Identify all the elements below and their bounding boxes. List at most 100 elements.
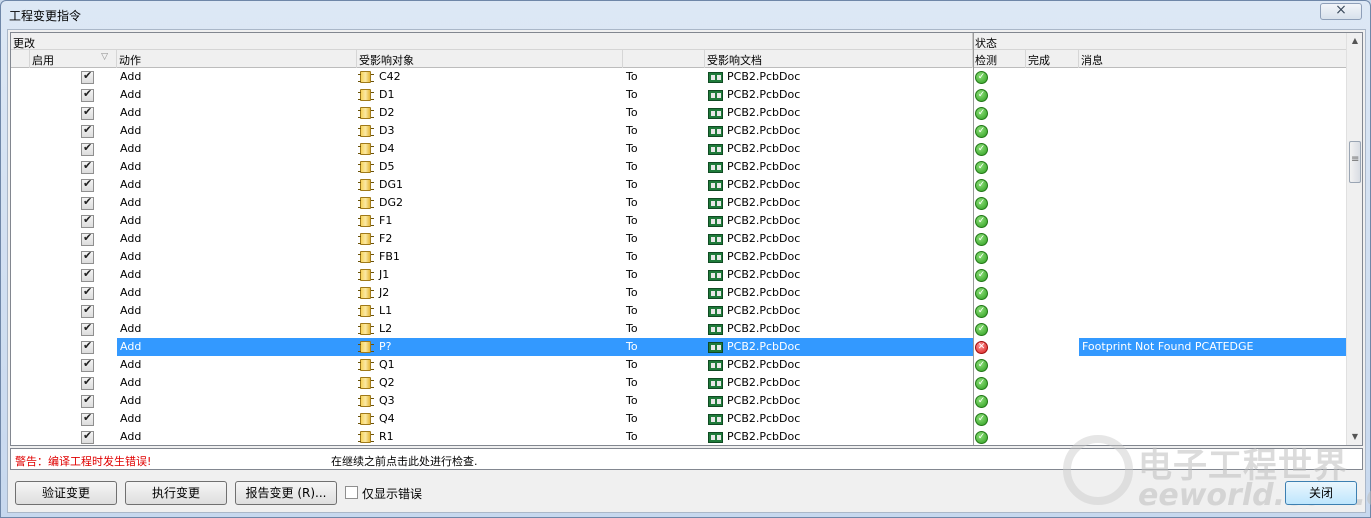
scroll-up-icon[interactable]: ▲ bbox=[1347, 33, 1362, 49]
enable-checkbox[interactable] bbox=[81, 249, 94, 264]
object-cell: J2 bbox=[379, 286, 390, 299]
document-cell: PCB2.PcbDoc bbox=[727, 106, 801, 119]
pcb-document-icon bbox=[708, 360, 723, 371]
table-row[interactable]: Add C42 To PCB2.PcbDoc ✓ bbox=[11, 68, 1347, 86]
table-row[interactable]: Add D5 To PCB2.PcbDoc ✓ bbox=[11, 158, 1347, 176]
enable-checkbox[interactable] bbox=[81, 195, 94, 210]
document-cell: PCB2.PcbDoc bbox=[727, 70, 801, 83]
table-row[interactable]: Add Q1 To PCB2.PcbDoc ✓ bbox=[11, 356, 1347, 374]
hint-text[interactable]: 在继续之前点击此处进行检查. bbox=[331, 453, 478, 469]
table-row[interactable]: Add L1 To PCB2.PcbDoc ✓ bbox=[11, 302, 1347, 320]
enable-checkbox[interactable] bbox=[81, 429, 94, 444]
scroll-thumb[interactable] bbox=[1349, 141, 1361, 183]
action-cell: Add bbox=[120, 322, 142, 335]
pcb-document-icon bbox=[708, 306, 723, 317]
table-row[interactable]: Add J1 To PCB2.PcbDoc ✓ bbox=[11, 266, 1347, 284]
table-row[interactable]: Add F2 To PCB2.PcbDoc ✓ bbox=[11, 230, 1347, 248]
watermark-logo-icon bbox=[1063, 435, 1133, 505]
table-row[interactable]: Add L2 To PCB2.PcbDoc ✓ bbox=[11, 320, 1347, 338]
header-affected-document[interactable]: 受影响文档 bbox=[705, 50, 973, 68]
only-errors-label[interactable]: 仅显示错误 bbox=[362, 485, 422, 502]
table-row[interactable]: Add Q3 To PCB2.PcbDoc ✓ bbox=[11, 392, 1347, 410]
action-cell: Add bbox=[120, 160, 142, 173]
check-ok-icon: ✓ bbox=[975, 107, 988, 120]
to-cell: To bbox=[626, 394, 638, 407]
enable-checkbox[interactable] bbox=[81, 141, 94, 156]
only-errors-checkbox[interactable] bbox=[345, 486, 358, 499]
table-row[interactable]: Add D3 To PCB2.PcbDoc ✓ bbox=[11, 122, 1347, 140]
document-cell: PCB2.PcbDoc bbox=[727, 178, 801, 191]
filter-icon[interactable]: ▽ bbox=[101, 52, 108, 62]
component-icon bbox=[358, 125, 373, 137]
table-row[interactable]: Add D2 To PCB2.PcbDoc ✓ bbox=[11, 104, 1347, 122]
enable-checkbox[interactable] bbox=[81, 87, 94, 102]
document-cell: PCB2.PcbDoc bbox=[727, 304, 801, 317]
enable-checkbox[interactable] bbox=[81, 411, 94, 426]
to-cell: To bbox=[626, 412, 638, 425]
header-enable[interactable]: 启用 ▽ bbox=[30, 50, 117, 68]
enable-checkbox[interactable] bbox=[81, 285, 94, 300]
table-row[interactable]: AddP?ToPCB2.PcbDoc✕ Footprint Not Found P… bbox=[11, 338, 1347, 356]
validate-changes-button[interactable]: 验证变更 bbox=[15, 481, 117, 505]
table-row[interactable]: Add DG1 To PCB2.PcbDoc ✓ bbox=[11, 176, 1347, 194]
header-enable-label: 启用 bbox=[32, 54, 54, 67]
header-done[interactable]: 完成 bbox=[1026, 50, 1079, 68]
to-cell: To bbox=[626, 214, 638, 227]
report-changes-button[interactable]: 报告变更 (R)... bbox=[235, 481, 337, 505]
enable-checkbox[interactable] bbox=[81, 105, 94, 120]
header-action[interactable]: 动作 bbox=[117, 50, 357, 68]
component-icon bbox=[358, 413, 373, 425]
window-close-button[interactable]: × bbox=[1320, 3, 1362, 20]
enable-checkbox[interactable] bbox=[81, 69, 94, 84]
table-row[interactable]: Add Q2 To PCB2.PcbDoc ✓ bbox=[11, 374, 1347, 392]
component-icon bbox=[358, 143, 373, 155]
to-cell: To bbox=[626, 70, 638, 83]
object-cell: D3 bbox=[379, 124, 395, 137]
header-to[interactable] bbox=[623, 50, 705, 68]
component-icon bbox=[358, 215, 373, 227]
execute-changes-button[interactable]: 执行变更 bbox=[125, 481, 227, 505]
table-row[interactable]: Add D1 To PCB2.PcbDoc ✓ bbox=[11, 86, 1347, 104]
document-cell: PCB2.PcbDoc bbox=[727, 268, 801, 281]
enable-checkbox[interactable] bbox=[81, 339, 94, 354]
enable-checkbox[interactable] bbox=[81, 177, 94, 192]
pcb-document-icon bbox=[708, 288, 723, 299]
table-row[interactable]: Add FB1 To PCB2.PcbDoc ✓ bbox=[11, 248, 1347, 266]
vertical-scrollbar[interactable]: ▲ ▼ bbox=[1346, 33, 1362, 445]
enable-checkbox[interactable] bbox=[81, 393, 94, 408]
action-cell: Add bbox=[120, 268, 142, 281]
to-cell: To bbox=[626, 250, 638, 263]
enable-checkbox[interactable] bbox=[81, 213, 94, 228]
to-cell: To bbox=[626, 124, 638, 137]
scroll-down-icon[interactable]: ▼ bbox=[1347, 429, 1362, 445]
check-ok-icon: ✓ bbox=[975, 395, 988, 408]
pcb-document-icon bbox=[708, 126, 723, 137]
check-ok-icon: ✓ bbox=[975, 323, 988, 336]
header-affected-object[interactable]: 受影响对象 bbox=[357, 50, 623, 68]
header-check[interactable]: 检测 bbox=[973, 50, 1026, 68]
changes-grid[interactable]: 更改 状态 启用 ▽ 动作 受影响对象 受影响文档 检测 完成 消息 Add C4… bbox=[10, 32, 1363, 446]
table-row[interactable]: Add DG2 To PCB2.PcbDoc ✓ bbox=[11, 194, 1347, 212]
table-row[interactable]: Add J2 To PCB2.PcbDoc ✓ bbox=[11, 284, 1347, 302]
header-message[interactable]: 消息 bbox=[1079, 50, 1347, 68]
enable-checkbox[interactable] bbox=[81, 375, 94, 390]
pcb-document-icon bbox=[708, 234, 723, 245]
component-icon bbox=[358, 179, 373, 191]
table-row[interactable]: Add D4 To PCB2.PcbDoc ✓ bbox=[11, 140, 1347, 158]
enable-checkbox[interactable] bbox=[81, 123, 94, 138]
enable-checkbox[interactable] bbox=[81, 267, 94, 282]
document-cell: PCB2.PcbDoc bbox=[727, 160, 801, 173]
table-row[interactable]: Add F1 To PCB2.PcbDoc ✓ bbox=[11, 212, 1347, 230]
enable-checkbox[interactable] bbox=[81, 231, 94, 246]
document-cell: PCB2.PcbDoc bbox=[727, 412, 801, 425]
enable-checkbox[interactable] bbox=[81, 303, 94, 318]
to-cell: To bbox=[626, 358, 638, 371]
enable-checkbox[interactable] bbox=[81, 357, 94, 372]
action-cell: Add bbox=[120, 88, 142, 101]
table-row[interactable]: Add Q4 To PCB2.PcbDoc ✓ bbox=[11, 410, 1347, 428]
pcb-document-icon bbox=[708, 216, 723, 227]
enable-checkbox[interactable] bbox=[81, 159, 94, 174]
pcb-document-icon bbox=[708, 396, 723, 407]
enable-checkbox[interactable] bbox=[81, 321, 94, 336]
close-button[interactable]: 关闭 bbox=[1285, 481, 1357, 505]
